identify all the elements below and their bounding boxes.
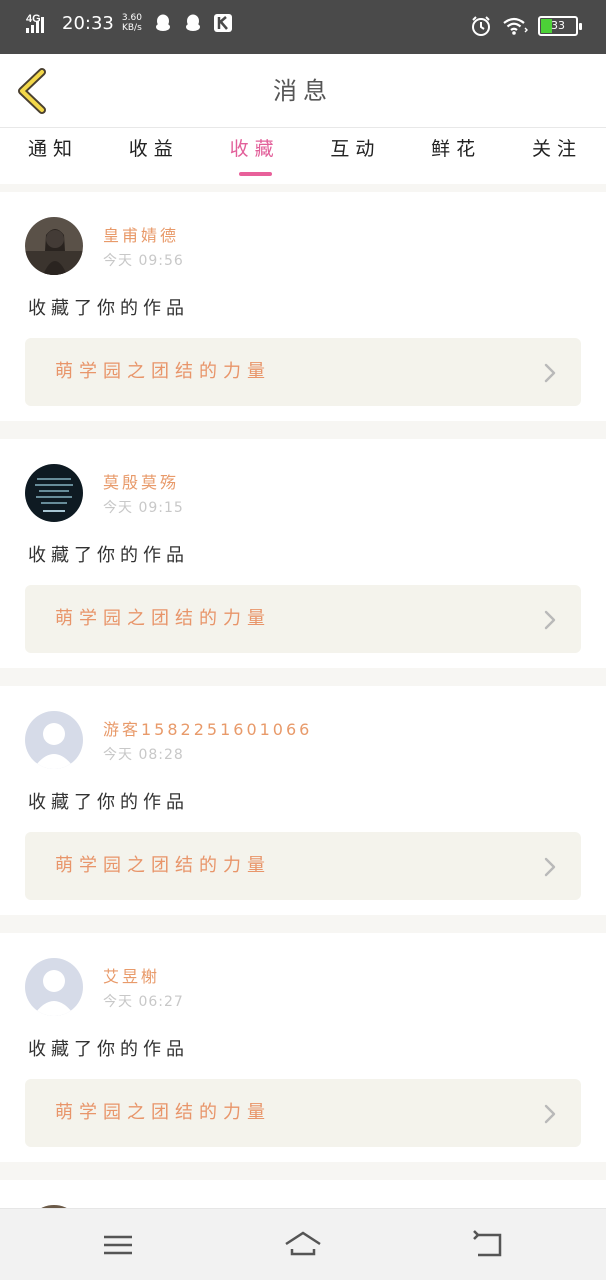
work-link-card[interactable]: 萌学园之团结的力量 — [25, 832, 581, 900]
speed-value: 3.60 — [121, 13, 142, 23]
work-title: 萌学园之团结的力量 — [55, 608, 271, 629]
tab-label: 互动 — [330, 138, 381, 160]
page-title: 消息 — [273, 77, 333, 105]
tab-4[interactable]: 鲜花 — [415, 128, 497, 184]
network-speed: 3.60 KB/s — [122, 13, 142, 33]
avatar[interactable] — [25, 711, 83, 769]
username[interactable]: 皇甫婧德 — [103, 222, 179, 246]
message-action: 收藏了你的作品 — [28, 298, 189, 319]
message-action: 收藏了你的作品 — [28, 545, 189, 566]
message-time: 今天 06:27 — [103, 994, 184, 1010]
message-action: 收藏了你的作品 — [28, 792, 189, 813]
battery-icon: 33 — [538, 16, 582, 36]
work-link-card[interactable]: 萌学园之团结的力量 — [25, 338, 581, 406]
message-time: 今天 09:56 — [103, 253, 184, 269]
tab-bar: 通知 收益 收藏 互动 鲜花 关注 — [0, 128, 606, 184]
avatar[interactable] — [25, 464, 83, 522]
message-time: 今天 08:28 — [103, 747, 184, 763]
message-card: 艾昱榭今天 06:27 收藏了你的作品萌学园之团结的力量 — [0, 933, 606, 1162]
menu-icon[interactable] — [98, 1227, 138, 1263]
message-action: 收藏了你的作品 — [28, 1039, 189, 1060]
message-card: 游客15822516010​66 今天 08:28 收藏了你的作品萌学园之团结的力量 — [0, 686, 606, 915]
tab-2[interactable]: 收藏 — [214, 128, 296, 184]
status-right: 33 — [470, 15, 582, 37]
tab-label: 收藏 — [229, 138, 280, 160]
status-left: 4G 20:33 3.60 KB/s — [26, 12, 232, 34]
username[interactable]: 游客15822516010​66 — [103, 716, 312, 740]
qq-icon — [155, 14, 170, 31]
message-card: 皇甫婧德今天 09:56 收藏了你的作品萌学园之团结的力量 — [0, 192, 606, 421]
tab-3[interactable]: 互动 — [314, 128, 396, 184]
tab-5[interactable]: 关注 — [516, 128, 598, 184]
app-header: 消息 — [0, 54, 606, 128]
work-title: 萌学园之团结的力量 — [55, 855, 271, 876]
wifi-icon — [503, 17, 528, 35]
battery-tip — [579, 23, 582, 30]
chevron-right-icon — [544, 857, 556, 877]
tab-1[interactable]: 收益 — [113, 128, 195, 184]
tab-active-indicator — [238, 172, 272, 176]
username[interactable]: 艾昱榭 — [103, 963, 160, 987]
system-nav-bar — [0, 1208, 606, 1280]
message-card: 莫殷莫殇今天 09:15 收藏了你的作品萌学园之团结的力量 — [0, 439, 606, 668]
home-icon[interactable] — [283, 1227, 323, 1263]
alarm-icon — [472, 16, 490, 36]
status-bar: 4G 20:33 3.60 KB/s 33 — [0, 0, 606, 54]
tab-label: 通知 — [27, 138, 78, 160]
work-title: 萌学园之团结的力量 — [55, 1102, 271, 1123]
work-link-card[interactable]: 萌学园之团结的力量 — [25, 585, 581, 653]
avatar[interactable] — [25, 958, 83, 1016]
tab-label: 收益 — [128, 138, 179, 160]
username[interactable]: 莫殷莫殇 — [103, 469, 179, 493]
qq-icon — [185, 14, 200, 31]
chevron-right-icon — [544, 1104, 556, 1124]
work-link-card[interactable]: 萌学园之团结的力量 — [25, 1079, 581, 1147]
signal-icon: 4G — [26, 13, 44, 33]
tab-0[interactable]: 通知 — [12, 128, 94, 184]
work-title: 萌学园之团结的力量 — [55, 361, 271, 382]
chevron-right-icon — [544, 363, 556, 383]
message-time: 今天 09:15 — [103, 500, 184, 516]
back-icon[interactable] — [468, 1227, 508, 1263]
speed-unit: KB/s — [121, 23, 142, 33]
tab-label: 鲜花 — [431, 138, 482, 160]
chevron-right-icon — [544, 610, 556, 630]
k-app-icon — [213, 14, 232, 32]
battery-percent: 33 — [551, 19, 565, 32]
message-list: 皇甫婧德 今天 09:56 收藏了你的作品 萌学园之团结的力量 莫殷莫殇 今天 09:15… — [0, 192, 606, 1263]
status-time: 20:33 — [62, 12, 114, 34]
tab-label: 关注 — [531, 138, 582, 160]
avatar[interactable] — [25, 217, 83, 275]
